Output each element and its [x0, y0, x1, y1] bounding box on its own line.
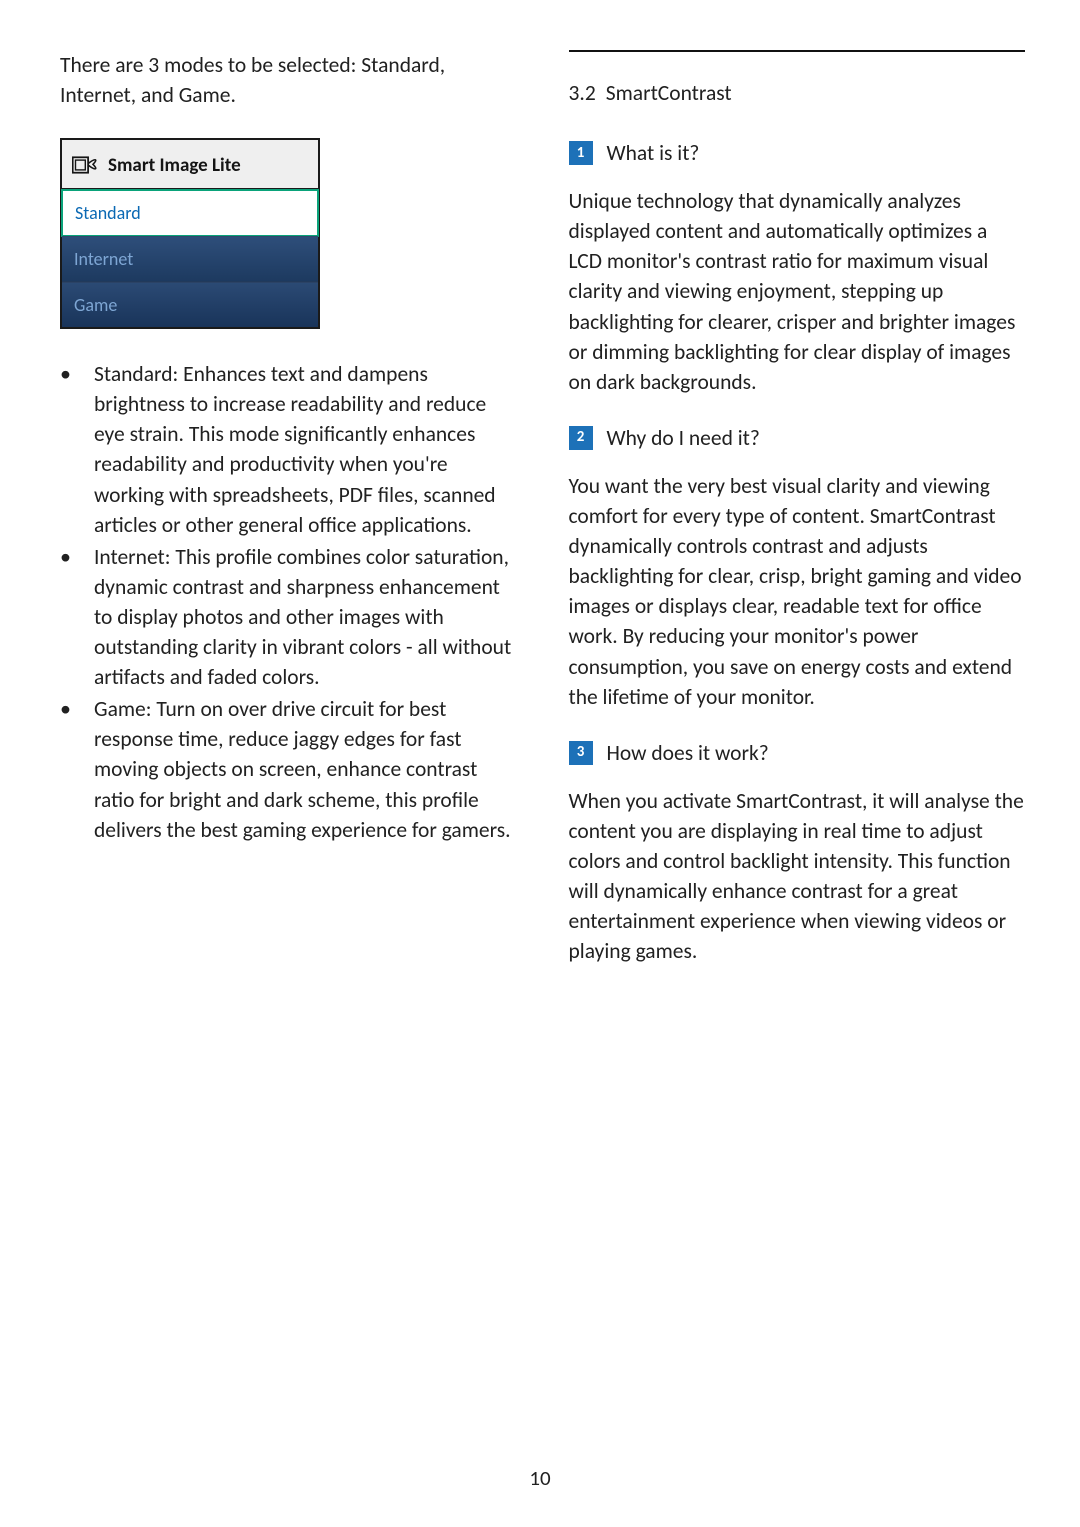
question-badge: 2 — [569, 426, 593, 450]
page-content: There are 3 modes to be selected: Standa… — [0, 0, 1080, 992]
page-number: 10 — [0, 1464, 1080, 1493]
question-text: How does it work? — [607, 738, 769, 768]
mode-descriptions: Standard: Enhances text and dampens brig… — [60, 359, 517, 845]
intro-text: There are 3 modes to be selected: Standa… — [60, 50, 517, 110]
section-number: 3.2 — [569, 78, 596, 108]
bullet-text: Turn on over drive circuit for best resp… — [94, 696, 511, 842]
menu-item-label: Standard — [75, 202, 141, 224]
section-heading: 3.2 SmartContrast — [569, 78, 1026, 108]
menu-header: Smart Image Lite — [62, 140, 318, 190]
section-title: SmartContrast — [606, 78, 732, 108]
question-text: What is it? — [607, 138, 700, 168]
bullet-label: Standard: — [94, 361, 178, 387]
menu-title: Smart Image Lite — [108, 156, 241, 175]
bullet-text: Enhances text and dampens brightness to … — [94, 361, 496, 537]
question-row: 3 How does it work? — [569, 738, 1026, 768]
smart-image-icon — [72, 154, 100, 176]
menu-item-standard[interactable]: Standard — [61, 189, 319, 237]
list-item: Internet: This profile combines color sa… — [84, 542, 517, 692]
question-text: Why do I need it? — [607, 423, 760, 453]
bullet-label: Internet: — [94, 544, 171, 570]
list-item: Standard: Enhances text and dampens brig… — [84, 359, 517, 540]
section-rule — [569, 50, 1026, 52]
bullet-label: Game: — [94, 696, 152, 722]
menu-item-game[interactable]: Game — [62, 282, 318, 327]
answer-text: When you activate SmartContrast, it will… — [569, 786, 1026, 967]
right-column: 3.2 SmartContrast 1 What is it? Unique t… — [569, 50, 1026, 992]
menu-item-label: Internet — [74, 248, 133, 270]
answer-text: Unique technology that dynamically analy… — [569, 186, 1026, 397]
question-row: 2 Why do I need it? — [569, 423, 1026, 453]
menu-item-internet[interactable]: Internet — [62, 236, 318, 282]
answer-text: You want the very best visual clarity an… — [569, 471, 1026, 712]
question-badge: 1 — [569, 141, 593, 165]
smart-image-lite-menu: Smart Image Lite Standard Internet Game — [60, 138, 320, 329]
question-badge: 3 — [569, 741, 593, 765]
menu-item-label: Game — [74, 294, 117, 316]
left-column: There are 3 modes to be selected: Standa… — [60, 50, 517, 992]
question-row: 1 What is it? — [569, 138, 1026, 168]
list-item: Game: Turn on over drive circuit for bes… — [84, 694, 517, 844]
